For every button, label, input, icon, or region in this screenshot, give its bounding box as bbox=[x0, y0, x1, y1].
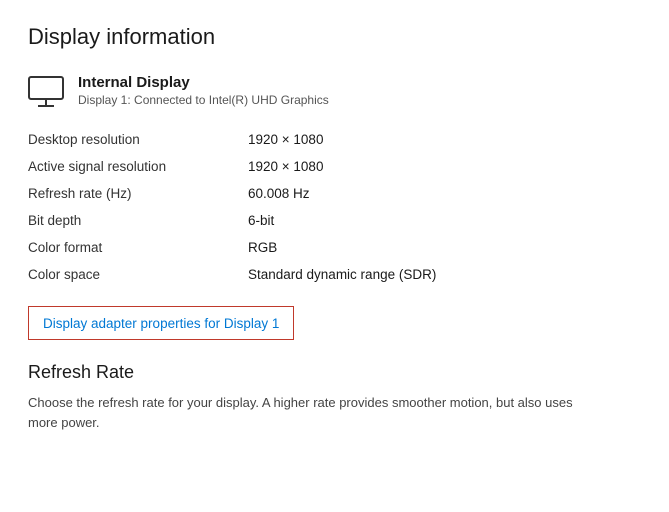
info-value: 1920 × 1080 bbox=[248, 153, 641, 180]
monitor-icon bbox=[28, 76, 64, 108]
adapter-link-wrapper: Display adapter properties for Display 1 bbox=[28, 306, 294, 340]
info-label: Refresh rate (Hz) bbox=[28, 180, 248, 207]
info-value: 1920 × 1080 bbox=[248, 126, 641, 153]
page-title: Display information bbox=[28, 24, 641, 50]
table-row: Color formatRGB bbox=[28, 234, 641, 261]
adapter-link[interactable]: Display adapter properties for Display 1 bbox=[43, 316, 279, 331]
info-table: Desktop resolution1920 × 1080Active sign… bbox=[28, 126, 641, 288]
info-label: Color space bbox=[28, 261, 248, 288]
info-value: Standard dynamic range (SDR) bbox=[248, 261, 641, 288]
table-row: Color spaceStandard dynamic range (SDR) bbox=[28, 261, 641, 288]
refresh-rate-title: Refresh Rate bbox=[28, 362, 641, 383]
display-name: Internal Display bbox=[78, 74, 329, 91]
info-label: Bit depth bbox=[28, 207, 248, 234]
table-row: Bit depth6-bit bbox=[28, 207, 641, 234]
display-subtitle: Display 1: Connected to Intel(R) UHD Gra… bbox=[78, 93, 329, 107]
info-label: Desktop resolution bbox=[28, 126, 248, 153]
display-info: Internal Display Display 1: Connected to… bbox=[78, 74, 329, 107]
table-row: Desktop resolution1920 × 1080 bbox=[28, 126, 641, 153]
info-value: 60.008 Hz bbox=[248, 180, 641, 207]
info-value: RGB bbox=[248, 234, 641, 261]
info-value: 6-bit bbox=[248, 207, 641, 234]
info-label: Active signal resolution bbox=[28, 153, 248, 180]
refresh-rate-description: Choose the refresh rate for your display… bbox=[28, 393, 588, 432]
table-row: Refresh rate (Hz)60.008 Hz bbox=[28, 180, 641, 207]
table-row: Active signal resolution1920 × 1080 bbox=[28, 153, 641, 180]
display-header: Internal Display Display 1: Connected to… bbox=[28, 74, 641, 108]
info-label: Color format bbox=[28, 234, 248, 261]
